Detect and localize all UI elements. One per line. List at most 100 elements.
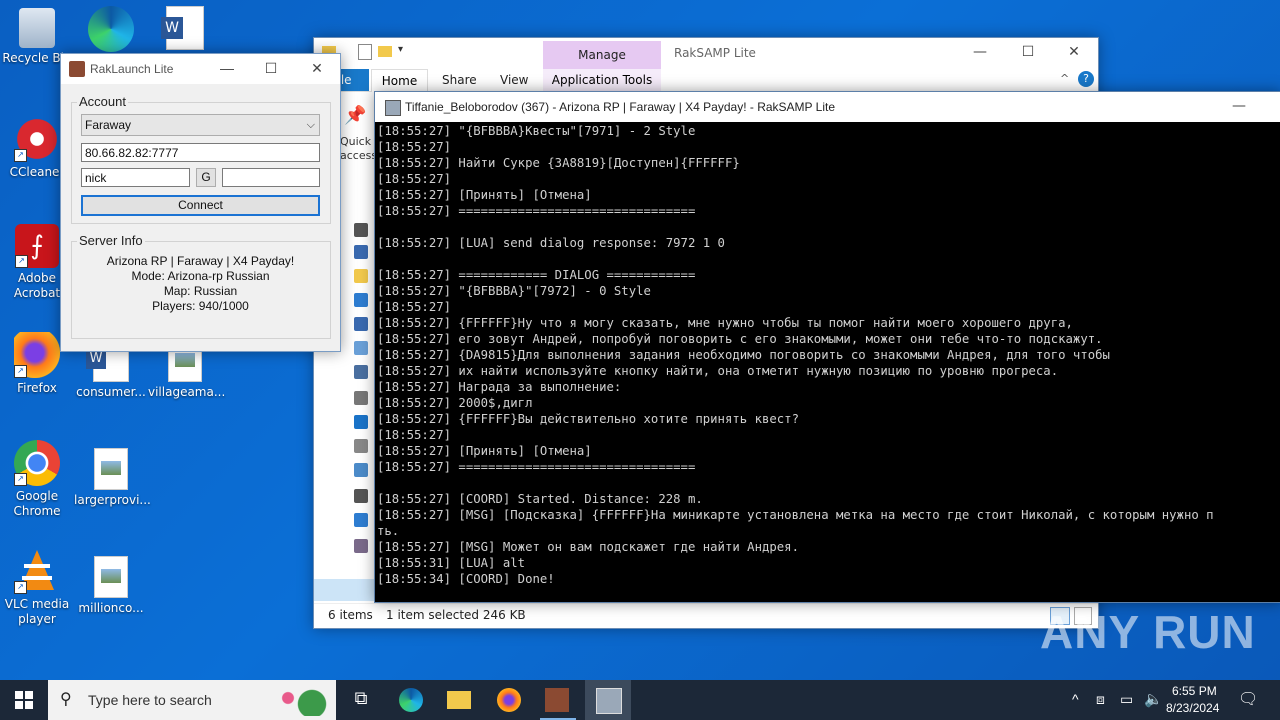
server-address-field[interactable]: 80.66.82.82:7777 [81, 143, 320, 162]
minimize-button[interactable]: — [1229, 98, 1249, 114]
selection-info: 1 item selected 246 KB [386, 608, 526, 622]
selected-folder-row[interactable] [314, 579, 374, 601]
file-explorer-taskbar-icon[interactable] [447, 691, 471, 709]
manage-context-tab[interactable]: Manage [543, 41, 661, 71]
desktop-icon-image-3[interactable]: millionco... [74, 556, 148, 616]
console-line: [18:55:27] {DA9815}Для выполнения задани… [377, 348, 1110, 362]
server-players: Players: 940/1000 [152, 299, 249, 313]
console-line: [18:55:27] [377, 140, 452, 154]
ribbon-collapse-icon[interactable]: ^ [1060, 72, 1069, 85]
item-count: 6 items [328, 608, 373, 622]
close-button[interactable]: ✕ [1064, 44, 1084, 60]
nav-item-icon[interactable] [354, 223, 368, 237]
console-line: [18:55:27] =============================… [377, 460, 696, 474]
image-file-icon [94, 556, 128, 598]
nav-item-icon[interactable] [354, 415, 368, 429]
search-placeholder: Type here to search [88, 692, 212, 708]
console-line: [18:55:27] =============================… [377, 204, 696, 218]
console-output[interactable]: [18:55:27] "{BFBBBA}Квесты"[7971] - 2 St… [377, 123, 1280, 602]
nav-item-icon[interactable] [354, 489, 368, 503]
console-line: [18:55:27] [COORD] Started. Distance: 22… [377, 492, 703, 506]
search-icon: ⚲ [60, 689, 72, 708]
status-bar: 6 items 1 item selected 246 KB [314, 603, 1098, 628]
launcher-titlebar[interactable]: RakLaunch Lite — ☐ ✕ [61, 54, 340, 84]
tab-application-tools[interactable]: Application Tools [543, 69, 661, 91]
console-line: [18:55:27] [377, 300, 452, 314]
server-select[interactable]: Faraway ⌵ [81, 114, 320, 136]
raklaunch-taskbar-icon[interactable] [545, 688, 569, 712]
nav-item-icon[interactable] [354, 317, 368, 331]
nav-item-icon[interactable] [354, 439, 368, 453]
nav-item-icon[interactable] [354, 341, 368, 355]
tray-chevron-icon[interactable]: ^ [1072, 691, 1079, 707]
console-line: [18:55:27] [LUA] send dialog response: 7… [377, 236, 725, 250]
taskbar: ⚲ Type here to search ⧉ ^ ⧈ ▭ 🔈 6:55 PM … [0, 680, 1280, 720]
nav-item-icon[interactable] [354, 391, 368, 405]
raklaunch-window[interactable]: RakLaunch Lite — ☐ ✕ Account Faraway ⌵ 8… [60, 53, 341, 352]
edge-taskbar-icon[interactable] [399, 688, 423, 712]
connect-button[interactable]: Connect [81, 195, 320, 216]
clock-date[interactable]: 8/23/2024 [1166, 701, 1219, 715]
explorer-titlebar[interactable]: ▾ Manage RakSAMP Lite — ☐ ✕ [314, 38, 1098, 71]
desktop-icon-chrome[interactable]: ↗ Google Chrome [0, 440, 74, 519]
taskbar-search[interactable]: ⚲ Type here to search [48, 680, 336, 720]
recycle-bin-icon [19, 8, 55, 48]
pin-icon[interactable]: 📌 [344, 105, 366, 126]
console-line: [18:55:27] {FFFFFF}Вы действительно хоти… [377, 412, 799, 426]
account-label: Account [77, 94, 128, 109]
console-line: [18:55:27] [MSG] Может он вам подскажет … [377, 540, 799, 554]
maximize-button[interactable]: ☐ [1018, 44, 1038, 60]
console-line: [18:55:27] [Принять] [Отмена] [377, 444, 592, 458]
explorer-title: RakSAMP Lite [674, 46, 756, 60]
console-line: [18:55:27] Найти Сукре {3A8819}[Доступен… [377, 156, 740, 170]
nick-field[interactable]: nick [81, 168, 190, 187]
minimize-button[interactable]: — [217, 60, 237, 76]
raksamp-console-window[interactable]: Tiffanie_Beloborodov (367) - Arizona RP … [374, 91, 1280, 603]
tab-home[interactable]: Home [371, 69, 428, 92]
properties-icon[interactable] [358, 44, 372, 60]
ethernet-icon[interactable]: ▭ [1120, 691, 1133, 708]
clock-time[interactable]: 6:55 PM [1172, 684, 1217, 698]
qat-dropdown-icon[interactable]: ▾ [398, 44, 403, 55]
console-titlebar[interactable]: Tiffanie_Beloborodov (367) - Arizona RP … [375, 92, 1280, 122]
help-icon[interactable]: ? [1078, 71, 1094, 87]
console-line: [18:55:27] [MSG] [Подсказка] {FFFFFF}На … [377, 508, 1214, 522]
start-button[interactable] [0, 680, 48, 720]
nav-item-icon[interactable] [354, 365, 368, 379]
tab-view[interactable]: View [500, 73, 528, 87]
quick-access-label-2[interactable]: access [340, 149, 377, 162]
maximize-button[interactable]: ☐ [261, 60, 281, 77]
console-line: [18:55:27] [377, 172, 452, 186]
generate-nick-button[interactable]: G [196, 168, 216, 187]
desktop-icon-vlc[interactable]: ↗ VLC media player [0, 548, 74, 627]
console-line: [18:55:27] их найти используйте кнопку н… [377, 364, 1059, 378]
console-line: [18:55:27] "{BFBBBA}"[7972] - 0 Style [377, 284, 651, 298]
desktop-icon-edge[interactable] [74, 6, 148, 55]
nav-item-icon[interactable] [354, 245, 368, 259]
close-button[interactable]: ✕ [307, 60, 327, 77]
nav-item-icon[interactable] [354, 269, 368, 283]
minimize-button[interactable]: — [970, 44, 990, 60]
quick-access-label[interactable]: Quick [340, 135, 371, 148]
raklaunch-app-icon [69, 61, 85, 77]
chrome-icon: ↗ [14, 440, 60, 486]
search-highlight-icon [270, 686, 330, 716]
ccleaner-icon: ↗ [14, 116, 60, 162]
new-folder-icon[interactable] [378, 46, 392, 57]
task-view-icon[interactable]: ⧉ [349, 688, 373, 712]
volume-icon[interactable]: 🔈 [1144, 690, 1163, 708]
desktop-icon-word[interactable]: W [148, 6, 222, 53]
nav-item-icon[interactable] [354, 539, 368, 553]
password-field[interactable] [222, 168, 320, 187]
notification-icon[interactable]: 🗨 [1238, 689, 1258, 709]
console-line: [18:55:27] Награда за выполнение: [377, 380, 622, 394]
nav-item-icon[interactable] [354, 513, 368, 527]
nav-item-icon[interactable] [354, 463, 368, 477]
edge-icon [88, 6, 134, 52]
firefox-taskbar-icon[interactable] [497, 688, 521, 712]
tab-share[interactable]: Share [442, 73, 477, 87]
image-file-icon [94, 448, 128, 490]
nav-item-icon[interactable] [354, 293, 368, 307]
desktop-icon-image-2[interactable]: largerprovi... [74, 448, 151, 508]
network-icon[interactable]: ⧈ [1096, 691, 1105, 708]
